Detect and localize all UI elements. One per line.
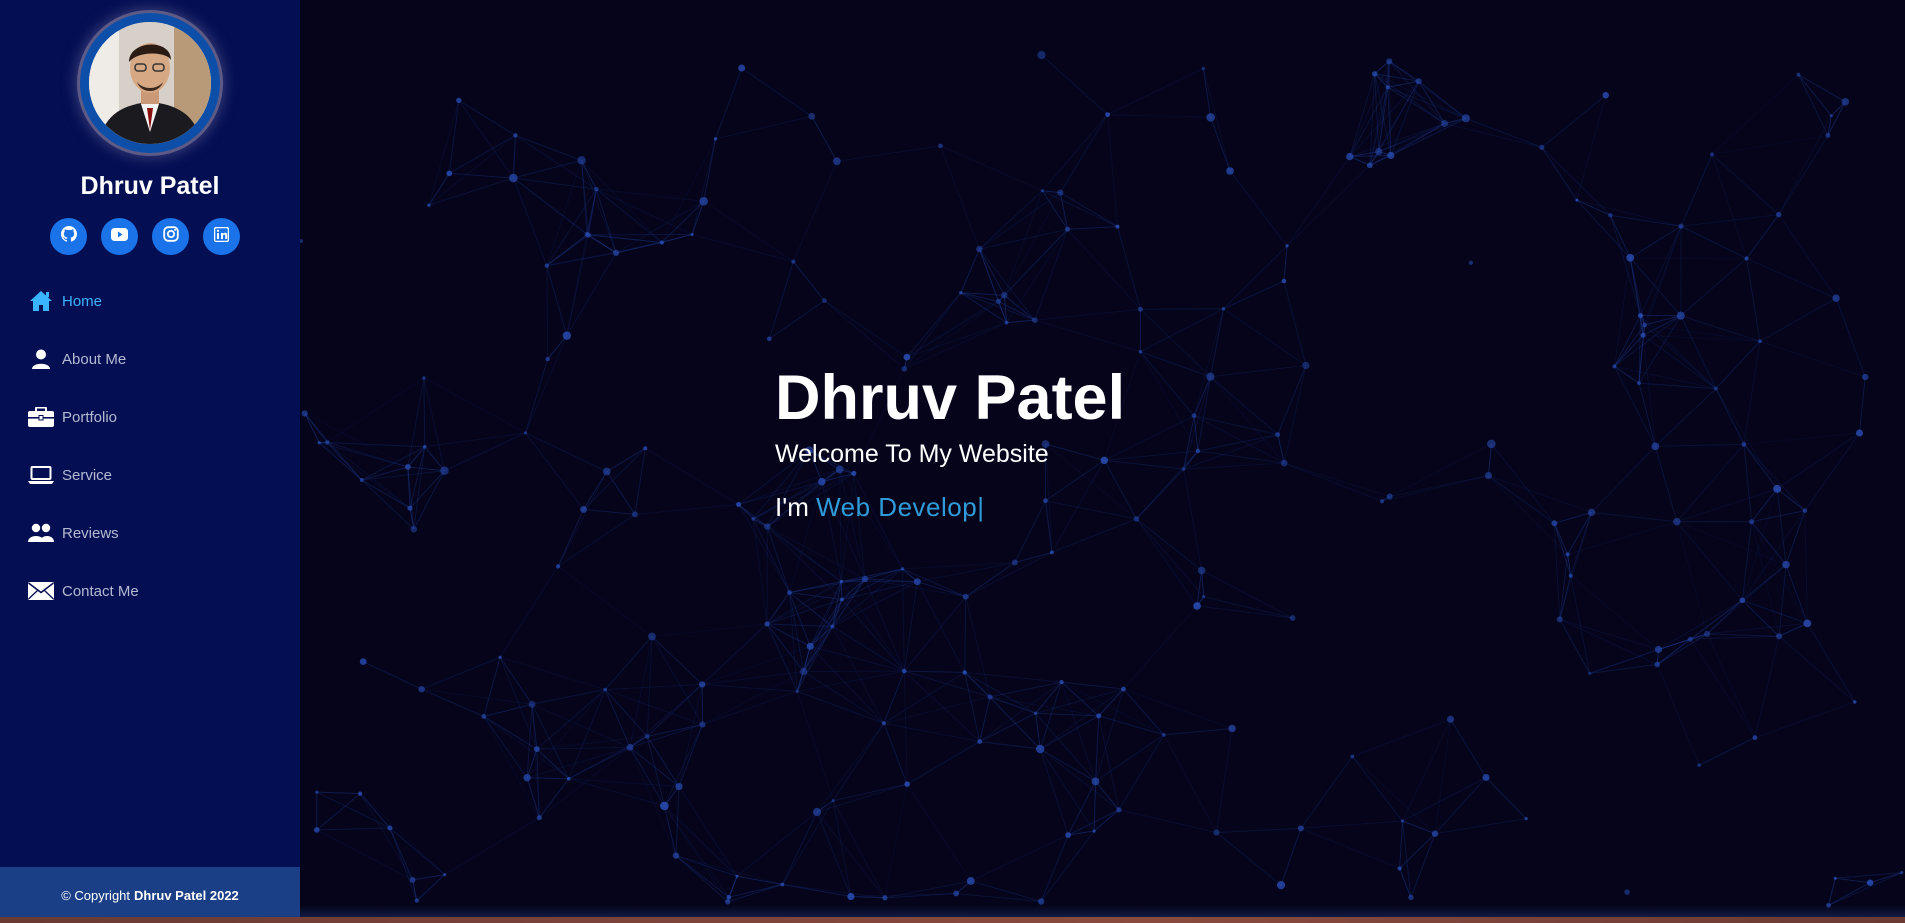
linkedin-icon — [213, 226, 230, 247]
copyright-text: © Copyright — [61, 887, 131, 903]
avatar — [89, 22, 211, 144]
users-icon — [28, 521, 54, 545]
nav-item-about-me[interactable]: About Me — [28, 347, 126, 371]
home-icon — [28, 289, 54, 313]
nav-item-service[interactable]: Service — [28, 463, 112, 487]
profile-name: Dhruv Patel — [80, 172, 220, 200]
user-icon — [28, 347, 54, 371]
avatar-ring — [80, 13, 220, 153]
bottom-strip — [0, 917, 1905, 923]
nav-item-label: Home — [62, 292, 103, 310]
laptop-icon — [28, 463, 54, 487]
nav-item-label: About Me — [62, 350, 127, 368]
hero: Dhruv Patel Welcome To My Website I'm We… — [775, 360, 1125, 524]
nav-item-label: Reviews — [62, 524, 119, 542]
briefcase-icon — [28, 405, 54, 429]
typed-text: Web Develop — [816, 492, 978, 522]
bottom-glow — [300, 905, 1905, 917]
typing-cursor: | — [977, 492, 984, 522]
instagram-icon — [162, 226, 179, 247]
youtube-icon — [111, 227, 128, 246]
linkedin-button[interactable] — [203, 218, 240, 255]
page: Dhruv Patel Home About Me Portfolio Serv… — [0, 0, 1905, 923]
social-links — [50, 218, 250, 256]
nav-item-label: Portfolio — [62, 408, 118, 426]
nav-item-home[interactable]: Home — [28, 289, 102, 313]
github-icon — [60, 226, 77, 247]
youtube-button[interactable] — [101, 218, 138, 255]
sidebar: Dhruv Patel Home About Me Portfolio Serv… — [0, 0, 300, 923]
github-button[interactable] — [50, 218, 87, 255]
hero-typed-line: I'm Web Develop| — [775, 490, 1125, 524]
instagram-button[interactable] — [152, 218, 189, 255]
hero-prefix: I'm — [775, 492, 809, 522]
nav-item-reviews[interactable]: Reviews — [28, 521, 119, 545]
hero-title: Dhruv Patel — [775, 363, 1126, 433]
nav-item-label: Contact Me — [62, 582, 139, 600]
copyright-owner: Dhruv Patel 2022 — [134, 887, 239, 903]
envelope-icon — [28, 579, 54, 603]
nav-item-label: Service — [62, 466, 113, 484]
nav-item-portfolio[interactable]: Portfolio — [28, 405, 117, 429]
main-content: Dhruv Patel Welcome To My Website I'm We… — [300, 0, 1905, 917]
nav-item-contact-me[interactable]: Contact Me — [28, 579, 139, 603]
sidebar-footer: © Copyright Dhruv Patel 2022 — [0, 867, 300, 923]
hero-subtitle: Welcome To My Website — [775, 440, 1049, 468]
